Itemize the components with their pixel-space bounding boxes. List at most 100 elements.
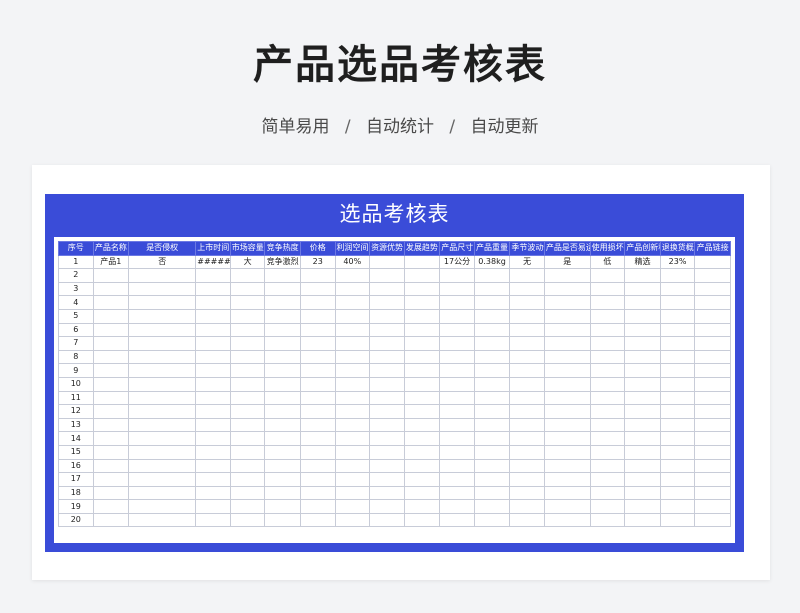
table-cell[interactable] <box>229 499 266 514</box>
table-cell[interactable] <box>128 431 197 446</box>
table-cell[interactable] <box>624 431 661 446</box>
table-cell[interactable] <box>509 417 545 433</box>
table-cell[interactable]: 是 <box>543 254 591 270</box>
table-cell[interactable]: 精选 <box>624 254 661 270</box>
table-cell[interactable] <box>439 268 475 283</box>
table-cell[interactable] <box>473 376 511 392</box>
table-cell[interactable] <box>334 499 371 514</box>
table-cell[interactable] <box>589 485 626 501</box>
table-cell[interactable] <box>264 268 301 283</box>
table-cell[interactable] <box>589 336 626 351</box>
table-cell[interactable] <box>439 363 475 378</box>
table-cell[interactable] <box>659 363 696 378</box>
table-cell[interactable] <box>128 349 197 365</box>
table-cell[interactable]: 0.38kg <box>473 254 511 270</box>
table-cell[interactable] <box>299 268 336 283</box>
table-cell[interactable] <box>334 458 371 474</box>
table-cell[interactable] <box>659 444 696 460</box>
table-cell[interactable] <box>509 512 545 528</box>
table-cell[interactable] <box>229 431 266 446</box>
table-cell[interactable] <box>128 499 197 514</box>
table-cell[interactable] <box>128 512 197 528</box>
table-cell[interactable] <box>369 254 405 270</box>
table-cell[interactable] <box>509 472 545 487</box>
table-cell[interactable] <box>624 322 661 338</box>
table-cell[interactable] <box>369 376 405 392</box>
table-cell[interactable] <box>694 417 731 433</box>
table-cell[interactable] <box>694 281 731 297</box>
table-cell[interactable] <box>128 363 197 378</box>
table-cell[interactable] <box>439 376 475 392</box>
table-cell[interactable] <box>299 472 336 487</box>
table-cell[interactable] <box>473 458 511 474</box>
table-cell[interactable] <box>543 431 591 446</box>
table-cell[interactable] <box>369 444 405 460</box>
table-cell[interactable] <box>473 485 511 501</box>
table-cell[interactable] <box>439 431 475 446</box>
table-cell[interactable]: 40% <box>334 254 371 270</box>
table-cell[interactable] <box>624 485 661 501</box>
table-cell[interactable] <box>92 472 130 487</box>
table-cell[interactable] <box>694 349 731 365</box>
table-cell[interactable] <box>659 417 696 433</box>
table-cell[interactable] <box>334 349 371 365</box>
table-cell[interactable] <box>369 512 405 528</box>
table-cell[interactable] <box>624 349 661 365</box>
table-cell[interactable] <box>439 458 475 474</box>
table-cell[interactable] <box>369 431 405 446</box>
table-cell[interactable] <box>128 485 197 501</box>
table-cell[interactable] <box>509 308 545 324</box>
table-cell[interactable] <box>509 295 545 310</box>
table-cell[interactable]: 无 <box>509 254 545 270</box>
table-cell[interactable] <box>334 308 371 324</box>
table-cell[interactable] <box>229 281 266 297</box>
table-cell[interactable] <box>195 268 231 283</box>
table-cell[interactable] <box>369 485 405 501</box>
table-cell[interactable] <box>694 499 731 514</box>
table-cell[interactable] <box>694 363 731 378</box>
table-cell[interactable] <box>589 431 626 446</box>
table-cell[interactable] <box>694 336 731 351</box>
table-cell[interactable] <box>439 336 475 351</box>
table-cell[interactable] <box>334 281 371 297</box>
table-cell[interactable] <box>369 458 405 474</box>
table-cell[interactable] <box>509 376 545 392</box>
table-cell[interactable] <box>128 336 197 351</box>
table-cell[interactable] <box>694 485 731 501</box>
table-cell[interactable] <box>589 472 626 487</box>
table-cell[interactable] <box>403 499 441 514</box>
table-cell[interactable] <box>264 295 301 310</box>
table-cell[interactable] <box>624 499 661 514</box>
table-cell[interactable] <box>473 308 511 324</box>
table-cell[interactable] <box>334 336 371 351</box>
table-cell[interactable] <box>624 444 661 460</box>
table-cell[interactable] <box>589 512 626 528</box>
table-cell[interactable] <box>264 308 301 324</box>
table-cell[interactable] <box>509 431 545 446</box>
table-cell[interactable] <box>543 308 591 324</box>
table-cell[interactable] <box>589 390 626 406</box>
table-cell[interactable] <box>509 404 545 419</box>
table-cell[interactable] <box>403 281 441 297</box>
table-cell[interactable] <box>624 404 661 419</box>
table-cell[interactable] <box>624 295 661 310</box>
table-cell[interactable] <box>659 295 696 310</box>
table-cell[interactable] <box>473 417 511 433</box>
table-cell[interactable] <box>299 431 336 446</box>
table-cell[interactable] <box>195 499 231 514</box>
table-cell[interactable] <box>509 281 545 297</box>
table-cell[interactable] <box>229 472 266 487</box>
table-cell[interactable] <box>403 390 441 406</box>
table-cell[interactable] <box>229 363 266 378</box>
table-cell[interactable] <box>473 390 511 406</box>
table-cell[interactable] <box>369 268 405 283</box>
table-cell[interactable] <box>195 322 231 338</box>
table-cell[interactable] <box>369 295 405 310</box>
table-cell[interactable] <box>403 254 441 270</box>
table-cell[interactable] <box>229 404 266 419</box>
table-cell[interactable] <box>473 363 511 378</box>
table-cell[interactable] <box>195 458 231 474</box>
table-cell[interactable] <box>229 322 266 338</box>
table-cell[interactable] <box>369 322 405 338</box>
table-cell[interactable] <box>299 336 336 351</box>
